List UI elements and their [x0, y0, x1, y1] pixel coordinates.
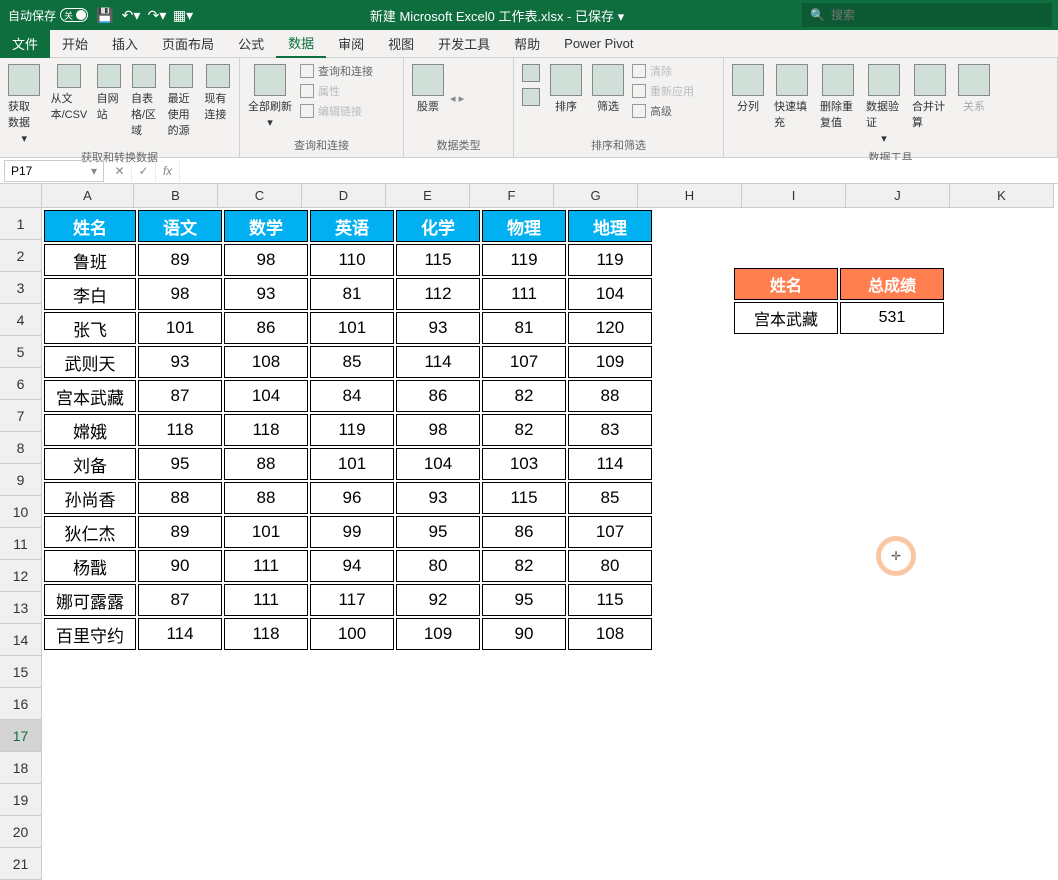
- filter-button[interactable]: 筛选: [588, 62, 628, 116]
- row-header-6[interactable]: 6: [0, 368, 42, 400]
- qat-more-icon[interactable]: ▦▾: [174, 6, 192, 24]
- col-header-E[interactable]: E: [386, 184, 470, 208]
- tab-formula[interactable]: 公式: [226, 30, 276, 58]
- stocks-button[interactable]: 股票: [408, 62, 448, 116]
- menu-bar: 文件 开始 插入 页面布局 公式 数据 审阅 视图 开发工具 帮助 Power …: [0, 30, 1058, 58]
- g5-btn-2[interactable]: 删除重复值: [816, 62, 860, 132]
- ribbon: 获取数据▾从文本/CSV自网站自表格/区域最近使用的源现有连接 获取和转换数据 …: [0, 58, 1058, 158]
- g1-btn-3[interactable]: 自表格/区域: [127, 62, 162, 140]
- g2-sub-2: 编辑链接: [298, 102, 375, 120]
- row-header-3[interactable]: 3: [0, 272, 42, 304]
- document-title: 新建 Microsoft Excel0 工作表.xlsx - 已保存 ▾: [192, 6, 802, 25]
- col-header-D[interactable]: D: [302, 184, 386, 208]
- row-header-19[interactable]: 19: [0, 784, 42, 816]
- g4-sub-2[interactable]: 高级: [630, 102, 696, 120]
- formula-bar: P17▾ ✕ ✓ fx: [0, 158, 1058, 184]
- autosave-label: 自动保存: [8, 7, 56, 24]
- tab-view[interactable]: 视图: [376, 30, 426, 58]
- row-header-8[interactable]: 8: [0, 432, 42, 464]
- row-header-21[interactable]: 21: [0, 848, 42, 880]
- tab-powerpivot[interactable]: Power Pivot: [552, 30, 645, 58]
- undo-icon[interactable]: ↶▾: [122, 6, 140, 24]
- search-icon: 🔍: [810, 8, 825, 22]
- row-header-15[interactable]: 15: [0, 656, 42, 688]
- autosave-toggle[interactable]: 自动保存 关: [8, 7, 88, 24]
- row-header-7[interactable]: 7: [0, 400, 42, 432]
- g5-btn-1[interactable]: 快速填充: [770, 62, 814, 132]
- g1-btn-1[interactable]: 从文本/CSV: [47, 62, 91, 124]
- tab-review[interactable]: 审阅: [326, 30, 376, 58]
- col-header-G[interactable]: G: [554, 184, 638, 208]
- row-header-13[interactable]: 13: [0, 592, 42, 624]
- row-header-2[interactable]: 2: [0, 240, 42, 272]
- ribbon-label-g4: 排序和筛选: [518, 135, 719, 155]
- col-header-B[interactable]: B: [134, 184, 218, 208]
- tab-help[interactable]: 帮助: [502, 30, 552, 58]
- tab-data[interactable]: 数据: [276, 30, 326, 58]
- row-header-5[interactable]: 5: [0, 336, 42, 368]
- col-header-I[interactable]: I: [742, 184, 846, 208]
- row-header-9[interactable]: 9: [0, 464, 42, 496]
- summary-table[interactable]: 姓名总成绩宫本武藏531: [732, 266, 946, 336]
- row-header-20[interactable]: 20: [0, 816, 42, 848]
- formula-input[interactable]: [180, 160, 1058, 182]
- select-all-corner[interactable]: [0, 184, 42, 208]
- sort-az-button[interactable]: [518, 62, 544, 84]
- tab-dev[interactable]: 开发工具: [426, 30, 502, 58]
- g5-btn-5: 关系: [954, 62, 994, 116]
- col-header-C[interactable]: C: [218, 184, 302, 208]
- cancel-icon[interactable]: ✕: [108, 160, 132, 182]
- cursor-indicator: ✛: [876, 536, 916, 576]
- spreadsheet-grid[interactable]: 123456789101112131415161718192021 ABCDEF…: [0, 184, 1058, 880]
- save-icon[interactable]: 💾: [96, 6, 114, 24]
- col-header-K[interactable]: K: [950, 184, 1054, 208]
- col-header-J[interactable]: J: [846, 184, 950, 208]
- confirm-icon[interactable]: ✓: [132, 160, 156, 182]
- col-header-F[interactable]: F: [470, 184, 554, 208]
- row-header-16[interactable]: 16: [0, 688, 42, 720]
- sort-button[interactable]: 排序: [546, 62, 586, 116]
- row-header-1[interactable]: 1: [0, 208, 42, 240]
- g1-btn-0[interactable]: 获取数据▾: [4, 62, 45, 147]
- g4-sub-1: 重新应用: [630, 82, 696, 100]
- ribbon-label-g3: 数据类型: [408, 135, 509, 155]
- title-bar: 自动保存 关 💾 ↶▾ ↷▾ ▦▾ 新建 Microsoft Excel0 工作…: [0, 0, 1058, 30]
- sort-za-button[interactable]: [518, 86, 544, 108]
- tab-file[interactable]: 文件: [0, 30, 50, 58]
- g5-btn-0[interactable]: 分列: [728, 62, 768, 116]
- row-header-17[interactable]: 17: [0, 720, 42, 752]
- row-header-12[interactable]: 12: [0, 560, 42, 592]
- row-header-10[interactable]: 10: [0, 496, 42, 528]
- fx-icon[interactable]: fx: [156, 160, 180, 182]
- row-header-18[interactable]: 18: [0, 752, 42, 784]
- tab-insert[interactable]: 插入: [100, 30, 150, 58]
- g1-btn-2[interactable]: 自网站: [93, 62, 125, 124]
- tab-home[interactable]: 开始: [50, 30, 100, 58]
- tab-layout[interactable]: 页面布局: [150, 30, 226, 58]
- g5-btn-3[interactable]: 数据验证▾: [862, 62, 906, 147]
- g4-sub-0: 清除: [630, 62, 696, 80]
- g2-sub-0[interactable]: 查询和连接: [298, 62, 375, 80]
- row-header-4[interactable]: 4: [0, 304, 42, 336]
- search-input[interactable]: [831, 8, 1044, 22]
- refresh-all-button[interactable]: 全部刷新▾: [244, 62, 296, 131]
- redo-icon[interactable]: ↷▾: [148, 6, 166, 24]
- col-header-H[interactable]: H: [638, 184, 742, 208]
- ribbon-label-g2: 查询和连接: [244, 135, 399, 155]
- g5-btn-4[interactable]: 合并计算: [908, 62, 952, 132]
- row-header-11[interactable]: 11: [0, 528, 42, 560]
- search-box[interactable]: 🔍: [802, 3, 1052, 27]
- g1-btn-5[interactable]: 现有连接: [200, 62, 235, 124]
- g2-sub-1: 属性: [298, 82, 375, 100]
- name-box[interactable]: P17▾: [4, 160, 104, 182]
- g1-btn-4[interactable]: 最近使用的源: [164, 62, 199, 140]
- col-header-A[interactable]: A: [42, 184, 134, 208]
- main-data-table[interactable]: 姓名语文数学英语化学物理地理鲁班8998110115119119李白989381…: [42, 208, 654, 652]
- row-header-14[interactable]: 14: [0, 624, 42, 656]
